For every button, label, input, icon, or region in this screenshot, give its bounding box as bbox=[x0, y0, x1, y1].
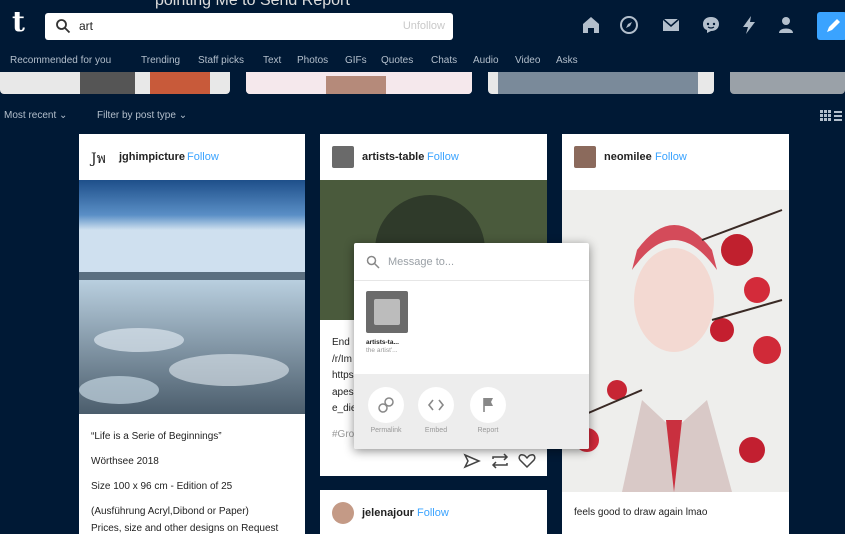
post-text-line: Wörthsee 2018 bbox=[91, 456, 159, 467]
post-text-line: Prices, size and other designs on Reques… bbox=[91, 523, 279, 534]
post-username[interactable]: neomilee bbox=[604, 151, 652, 163]
follow-button[interactable]: Follow bbox=[417, 507, 449, 519]
post-header: neomilee Follow bbox=[562, 134, 789, 180]
tab-chats[interactable]: Chats bbox=[431, 55, 457, 66]
reblog-icon bbox=[491, 453, 509, 469]
post-tag[interactable]: #Gro bbox=[332, 429, 354, 440]
search-input[interactable]: art bbox=[79, 19, 93, 33]
tab-staff-picks[interactable]: Staff picks bbox=[198, 55, 244, 66]
activity-icon[interactable] bbox=[738, 14, 760, 36]
report-button[interactable] bbox=[470, 387, 506, 423]
tab-recommended[interactable]: Recommended for you bbox=[10, 55, 111, 66]
avatar[interactable]: Jพ bbox=[91, 148, 106, 170]
post-photo-painting[interactable] bbox=[562, 190, 789, 492]
post-card: neomilee Follow feels good to draw again… bbox=[562, 134, 789, 534]
post-username[interactable]: jghimpicture bbox=[119, 151, 185, 163]
tab-text[interactable]: Text bbox=[263, 55, 281, 66]
post-text-line: https bbox=[332, 370, 354, 381]
search-icon bbox=[366, 255, 380, 269]
post-caption: feels good to draw again lmao bbox=[574, 507, 708, 518]
post-text-line: e_die bbox=[332, 403, 357, 414]
permalink-label: Permalink bbox=[370, 427, 402, 434]
tab-photos[interactable]: Photos bbox=[297, 55, 328, 66]
tab-gifs[interactable]: GIFs bbox=[345, 55, 367, 66]
pencil-icon bbox=[827, 19, 840, 32]
like-icon bbox=[518, 454, 536, 469]
post-text-line: Size 100 x 96 cm - Edition of 25 bbox=[91, 481, 233, 492]
top-bar: pointing Me to Send Report t art Unfollo… bbox=[0, 0, 845, 46]
post-text-line: “Life is a Serie of Beginnings” bbox=[91, 431, 222, 442]
explore-icon[interactable] bbox=[618, 14, 640, 36]
chevron-down-icon: ⌄ bbox=[59, 110, 68, 121]
filter-dropdown[interactable]: Filter by post type ⌄ bbox=[97, 110, 187, 121]
post-photo-lake[interactable] bbox=[79, 180, 305, 414]
share-popup: Message to... artists-ta... the artist'.… bbox=[354, 243, 589, 449]
tab-video[interactable]: Video bbox=[515, 55, 540, 66]
post-card: Jพ jghimpicture Follow “Life is a Serie … bbox=[79, 134, 305, 534]
search-tabs: Recommended for you Trending Staff picks… bbox=[0, 48, 845, 72]
share-icon bbox=[463, 453, 481, 469]
post-username[interactable]: jelenajour bbox=[362, 507, 414, 519]
tumblr-logo[interactable]: t bbox=[12, 8, 25, 36]
embed-button[interactable] bbox=[418, 387, 454, 423]
previous-post-strip bbox=[0, 72, 230, 94]
avatar[interactable] bbox=[332, 146, 354, 168]
follow-button[interactable]: Follow bbox=[655, 151, 687, 163]
tab-audio[interactable]: Audio bbox=[473, 55, 499, 66]
previous-post-strip bbox=[730, 72, 845, 94]
sort-dropdown[interactable]: Most recent ⌄ bbox=[4, 110, 67, 121]
code-icon bbox=[427, 399, 445, 411]
post-text-line: (Ausführung Acryl,Dibond or Paper) bbox=[91, 506, 249, 517]
post-card: jelenajour Follow bbox=[320, 490, 547, 534]
compose-button[interactable] bbox=[817, 12, 845, 40]
previous-post-strip bbox=[488, 72, 714, 94]
previous-post-strip bbox=[246, 72, 472, 94]
post-footer-actions bbox=[463, 453, 536, 469]
caption-text: pointing Me to Send Report bbox=[155, 0, 350, 9]
permalink-button[interactable] bbox=[368, 387, 404, 423]
post-header: artists-table Follow bbox=[320, 134, 547, 180]
avatar[interactable] bbox=[574, 146, 596, 168]
messaging-icon[interactable] bbox=[700, 14, 722, 36]
filter-label: Filter by post type bbox=[97, 110, 176, 121]
post-header: Jพ jghimpicture Follow bbox=[79, 134, 305, 180]
grid-view-icon[interactable] bbox=[820, 110, 842, 122]
sort-label: Most recent bbox=[4, 110, 57, 121]
embed-label: Embed bbox=[424, 427, 448, 434]
tab-quotes[interactable]: Quotes bbox=[381, 55, 413, 66]
message-input[interactable]: Message to... bbox=[388, 256, 454, 268]
follow-button[interactable]: Follow bbox=[187, 151, 219, 163]
message-search[interactable]: Message to... bbox=[354, 243, 589, 281]
follow-button[interactable]: Follow bbox=[427, 151, 459, 163]
home-icon[interactable] bbox=[580, 14, 602, 36]
share-actions: Permalink Embed Report bbox=[354, 374, 589, 449]
search-icon bbox=[56, 19, 71, 34]
post-username[interactable]: artists-table bbox=[362, 151, 424, 163]
post-text-line: End bbox=[332, 337, 350, 348]
post-header: jelenajour Follow bbox=[320, 490, 547, 534]
report-label: Report bbox=[477, 427, 499, 434]
unfollow-button[interactable]: Unfollow bbox=[403, 20, 445, 32]
flag-icon bbox=[483, 398, 493, 412]
post-text-line: apes bbox=[332, 387, 354, 398]
chevron-down-icon: ⌄ bbox=[178, 110, 188, 121]
account-icon[interactable] bbox=[775, 14, 797, 36]
recipient-subtitle: the artist'... bbox=[366, 347, 398, 354]
tab-asks[interactable]: Asks bbox=[556, 55, 578, 66]
mail-icon[interactable] bbox=[660, 14, 682, 36]
search-bar[interactable]: art Unfollow bbox=[45, 13, 453, 40]
avatar[interactable] bbox=[332, 502, 354, 524]
recipient-name[interactable]: artists-ta... bbox=[366, 339, 399, 346]
link-icon bbox=[378, 397, 394, 413]
tab-trending[interactable]: Trending bbox=[141, 55, 180, 66]
post-text-line: /r/Im bbox=[332, 354, 352, 365]
recipient-avatar[interactable] bbox=[366, 291, 408, 333]
